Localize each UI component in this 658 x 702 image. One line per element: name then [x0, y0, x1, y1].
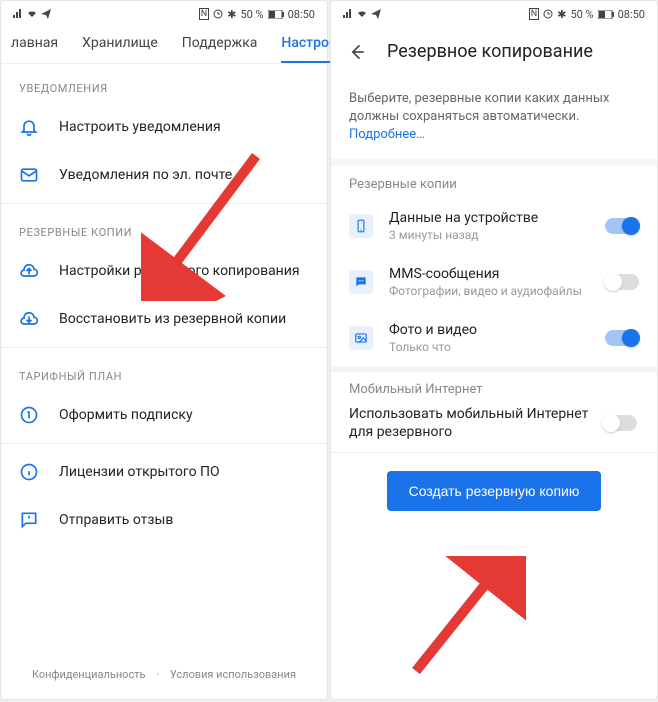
row-subscribe[interactable]: Оформить подписку: [1, 391, 327, 439]
mms-icon: [349, 270, 373, 294]
mobile-header: Мобильный Интернет: [349, 382, 639, 397]
clock: 08:50: [288, 8, 315, 21]
backups-list-header: Резервные копии: [331, 165, 657, 198]
create-backup-button[interactable]: Создать резервную копию: [387, 471, 602, 511]
signal-icon: [13, 9, 23, 19]
item-subtitle: Фотографии, видео и аудиофайлы: [389, 284, 589, 298]
wifi-icon: [357, 9, 367, 19]
signal-icon: [343, 9, 353, 19]
row-licenses[interactable]: Лицензии открытого ПО: [1, 448, 327, 496]
toggle-photos[interactable]: [605, 330, 639, 346]
telegram-icon: [41, 9, 51, 19]
learn-more-link[interactable]: Подробнее…: [349, 127, 425, 142]
row-label: Лицензии открытого ПО: [59, 464, 309, 480]
section-plan-header: ТАРИФНЫЙ ПЛАН: [1, 352, 327, 391]
privacy-link[interactable]: Конфиденциальность: [32, 668, 146, 681]
cloud-up-icon: [19, 261, 39, 281]
row-configure-notifications[interactable]: Настроить уведомления: [1, 103, 327, 151]
battery-percent: 50 %: [240, 8, 263, 21]
battery-percent: 50 %: [570, 8, 593, 21]
item-device-data[interactable]: Данные на устройстве 3 минуты назад: [331, 198, 657, 254]
back-button[interactable]: [347, 42, 367, 62]
tab-support[interactable]: Поддержка: [182, 35, 258, 63]
app-bar: Резервное копирование: [331, 27, 657, 76]
tos-link[interactable]: Условия использования: [170, 668, 296, 681]
item-subtitle: Только что: [389, 340, 589, 354]
item-photos[interactable]: Фото и видео Только что: [331, 310, 657, 366]
toggle-device-data[interactable]: [605, 218, 639, 234]
info-icon: [19, 462, 39, 482]
section-notifications-header: УВЕДОМЛЕНИЯ: [1, 64, 327, 103]
tab-bar: лавная Хранилище Поддержка Настройки: [1, 27, 327, 64]
row-label: Восстановить из резервной копии: [59, 311, 309, 327]
bluetooth-icon: ✱: [227, 8, 236, 21]
clock: 08:50: [618, 8, 645, 21]
footer: Конфиденциальность · Условия использован…: [1, 650, 327, 699]
one-icon: [19, 405, 39, 425]
status-bar: N ✱ 50 % 08:50: [1, 1, 327, 27]
battery-icon: [268, 10, 284, 19]
tab-main[interactable]: лавная: [11, 35, 58, 63]
page-title: Резервное копирование: [387, 41, 593, 62]
backup-screen: N ✱ 50 % 08:50 Резервное копирование Выб…: [330, 0, 658, 700]
telegram-icon: [371, 9, 381, 19]
row-label: Оформить подписку: [59, 407, 309, 423]
annotation-arrow-icon: [396, 556, 526, 676]
row-feedback[interactable]: Отправить отзыв: [1, 496, 327, 544]
battery-icon: [598, 10, 614, 19]
button-bar: Создать резервную копию: [331, 452, 657, 529]
feedback-icon: [19, 510, 39, 530]
row-backup-settings[interactable]: Настройки резервного копирования: [1, 247, 327, 295]
intro-text: Выберите, резервные копии каких данных д…: [349, 91, 609, 124]
photos-icon: [349, 326, 373, 350]
row-email-notifications[interactable]: Уведомления по эл. почте: [1, 151, 327, 199]
nfc-icon: N: [529, 8, 539, 20]
item-subtitle: 3 минуты назад: [389, 228, 589, 242]
section-backup-header: РЕЗЕРВНЫЕ КОПИИ: [1, 208, 327, 247]
tab-storage[interactable]: Хранилище: [82, 35, 158, 63]
alarm-icon: [543, 9, 553, 19]
intro-box: Выберите, резервные копии каких данных д…: [331, 76, 657, 159]
status-bar: N ✱ 50 % 08:50: [331, 1, 657, 27]
row-label: Настройки резервного копирования: [59, 263, 309, 279]
alarm-icon: [213, 9, 223, 19]
wifi-icon: [27, 9, 37, 19]
row-label: Настроить уведомления: [59, 119, 309, 135]
item-mms[interactable]: MMS-сообщения Фотографии, видео и аудиоф…: [331, 254, 657, 310]
settings-screen: N ✱ 50 % 08:50 лавная Хранилище Поддержк…: [0, 0, 328, 700]
bluetooth-icon: ✱: [557, 8, 566, 21]
item-title: Фото и видео: [389, 322, 589, 338]
item-title: MMS-сообщения: [389, 266, 589, 282]
row-label: Отправить отзыв: [59, 512, 309, 528]
mobile-label: Использовать мобильный Интернет для резе…: [349, 405, 591, 443]
cloud-down-icon: [19, 309, 39, 329]
dot: ·: [156, 668, 159, 681]
toggle-mms[interactable]: [605, 274, 639, 290]
toggle-mobile-internet[interactable]: [603, 415, 637, 431]
phone-icon: [349, 214, 373, 238]
mobile-internet-section: Мобильный Интернет Использовать мобильны…: [331, 366, 657, 453]
item-title: Данные на устройстве: [389, 210, 589, 226]
bell-icon: [19, 117, 39, 137]
mail-icon: [19, 165, 39, 185]
row-restore[interactable]: Восстановить из резервной копии: [1, 295, 327, 343]
row-label: Уведомления по эл. почте: [59, 167, 309, 183]
nfc-icon: N: [199, 8, 209, 20]
